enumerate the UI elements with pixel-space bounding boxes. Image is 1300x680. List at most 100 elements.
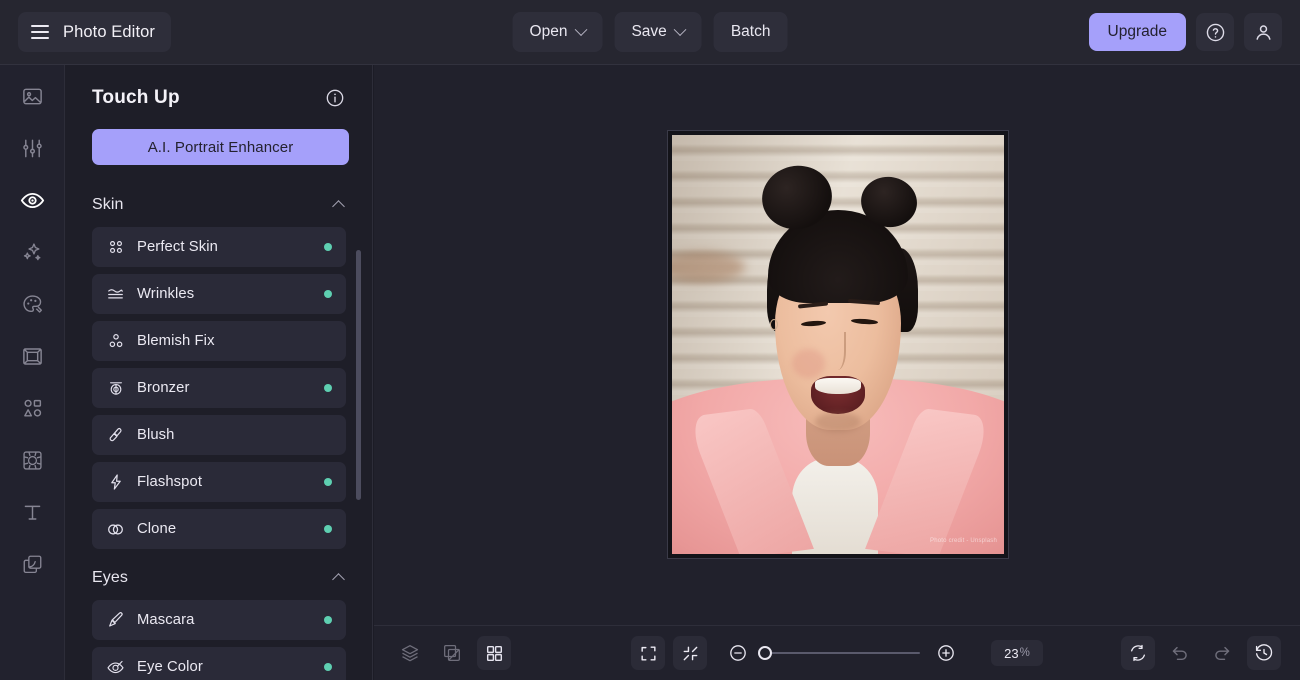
tool-row-flashspot[interactable]: Flashspot [92, 462, 346, 502]
bottom-left-tools [393, 636, 511, 670]
blush-icon [109, 427, 122, 442]
panel-scrollbar[interactable] [356, 250, 361, 500]
tool-row-clone[interactable]: Clone [92, 509, 346, 549]
eye-icon [20, 192, 44, 208]
status-dot [324, 478, 332, 486]
history-icon [1255, 644, 1273, 661]
image-icon [22, 88, 42, 104]
info-circle-icon [326, 89, 344, 107]
blemish-fix-icon [106, 332, 125, 351]
layers-icon [23, 555, 41, 573]
chevron-down-icon [673, 22, 687, 36]
photo-frame[interactable]: Photo credit - Unsplash [668, 131, 1008, 558]
edited-photo: Photo credit - Unsplash [672, 135, 1004, 554]
zoom-level-value: 23 [1004, 645, 1019, 661]
tool-row-perfect-skin[interactable]: Perfect Skin [92, 227, 346, 267]
layers-stack-icon [401, 645, 419, 662]
account-button[interactable] [1244, 13, 1282, 51]
zoom-slider-handle[interactable] [758, 646, 772, 660]
zoom-in-button[interactable] [929, 636, 963, 670]
sidebar-item-adjust[interactable] [11, 130, 53, 166]
group-header-eyes[interactable]: Eyes [92, 556, 346, 600]
tool-label: Flashspot [137, 474, 203, 490]
bronzer-icon [106, 379, 125, 398]
zoom-slider[interactable] [758, 646, 920, 660]
wrinkles-icon [106, 285, 125, 304]
tool-row-wrinkles[interactable]: Wrinkles [92, 274, 346, 314]
sidebar-item-text[interactable] [11, 494, 53, 530]
tool-row-blemish-fix[interactable]: Blemish Fix [92, 321, 346, 361]
save-button-label: Save [631, 23, 667, 40]
batch-button-label: Batch [730, 23, 771, 40]
bottom-toolbar: 23 % [374, 625, 1300, 680]
tool-rail [0, 65, 65, 680]
undo-button[interactable] [1163, 636, 1197, 670]
photo-editor-app: Photo Editor Open Save Batch Upgrade Tou… [0, 0, 1300, 680]
tool-label: Blush [137, 427, 175, 443]
sidebar-item-color[interactable] [11, 286, 53, 322]
tool-row-blush[interactable]: Blush [92, 415, 346, 455]
tool-list: Skin Perfect Skin Wrinkles Blemish Fix B… [65, 183, 372, 680]
zoom-level-unit: % [1019, 647, 1030, 659]
tool-label: Perfect Skin [137, 239, 218, 255]
fit-to-screen-button[interactable] [673, 636, 707, 670]
perfect-skin-icon [106, 238, 125, 257]
bottom-right-tools [1121, 636, 1281, 670]
group-header-skin[interactable]: Skin [92, 183, 346, 227]
status-dot [324, 525, 332, 533]
tool-row-bronzer[interactable]: Bronzer [92, 368, 346, 408]
compare-icon [444, 645, 460, 661]
tool-row-mascara[interactable]: Mascara [92, 600, 346, 640]
status-dot [324, 243, 332, 251]
flashspot-icon [110, 474, 121, 490]
grid-button[interactable] [477, 636, 511, 670]
photo-mouth [811, 375, 865, 414]
palette-icon [22, 294, 42, 313]
wrinkles-icon [108, 288, 123, 298]
grid-icon [486, 645, 502, 661]
ai-portrait-enhancer-button[interactable]: A.I. Portrait Enhancer [92, 129, 349, 165]
status-dot [324, 663, 332, 671]
reset-button[interactable] [1121, 636, 1155, 670]
sidebar-item-touch-up[interactable] [11, 182, 53, 218]
save-button[interactable]: Save [614, 12, 702, 52]
fullscreen-button[interactable] [631, 636, 665, 670]
eye-color-icon [106, 658, 125, 677]
tool-label: Blemish Fix [137, 333, 215, 349]
redo-button[interactable] [1205, 636, 1239, 670]
zoom-slider-group [721, 636, 963, 670]
sidebar-item-ai-effects[interactable] [11, 234, 53, 270]
user-icon [1255, 24, 1271, 40]
compare-button[interactable] [435, 636, 469, 670]
menu-and-title[interactable]: Photo Editor [18, 12, 172, 52]
redo-icon [1215, 646, 1230, 661]
sidebar-item-textures[interactable] [11, 442, 53, 478]
help-button[interactable] [1196, 13, 1234, 51]
upgrade-button[interactable]: Upgrade [1088, 13, 1186, 51]
photo-watermark: Photo credit - Unsplash [930, 538, 997, 544]
plus-circle-icon [938, 645, 954, 661]
batch-button[interactable]: Batch [713, 12, 788, 52]
sidebar-item-layers[interactable] [11, 546, 53, 582]
undo-icon [1172, 646, 1187, 661]
zoom-out-button[interactable] [721, 636, 755, 670]
header-right-tools: Upgrade [1088, 13, 1282, 51]
open-button[interactable]: Open [512, 12, 603, 52]
hamburger-icon[interactable] [31, 25, 49, 39]
fit-screen-icon [683, 646, 697, 660]
tool-row-eye-color[interactable]: Eye Color [92, 647, 346, 680]
info-button[interactable] [324, 87, 346, 109]
frame-icon [22, 347, 42, 365]
fullscreen-icon [640, 645, 656, 661]
tool-label: Wrinkles [137, 286, 195, 302]
sidebar-item-frames[interactable] [11, 338, 53, 374]
eye-color-icon [107, 660, 124, 673]
sidebar-item-image[interactable] [11, 78, 53, 114]
zoom-level-field[interactable]: 23 % [991, 640, 1043, 666]
history-button[interactable] [1247, 636, 1281, 670]
photo-nose [830, 331, 847, 370]
sidebar-item-shapes[interactable] [11, 390, 53, 426]
flashspot-icon [106, 473, 125, 492]
canvas-area[interactable]: Photo credit - Unsplash [374, 65, 1300, 625]
layers-button[interactable] [393, 636, 427, 670]
